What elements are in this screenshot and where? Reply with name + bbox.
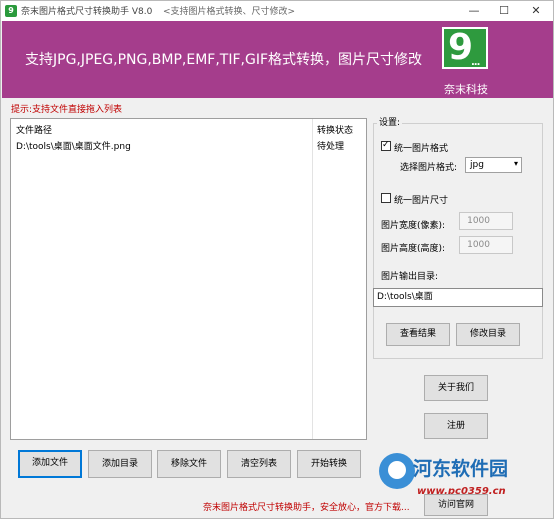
view-result-button[interactable]: 查看结果	[386, 323, 450, 346]
unify-format-checkbox[interactable]: ✓	[381, 140, 391, 151]
format-select-value: jpg	[470, 160, 484, 170]
watermark-logo-icon	[379, 453, 415, 489]
remove-file-button[interactable]: 移除文件	[157, 450, 221, 478]
about-button[interactable]: 关于我们	[424, 375, 488, 401]
unify-size-label[interactable]: 统一图片尺寸	[394, 193, 448, 206]
brand-name: 奈末科技	[444, 83, 488, 96]
logo-glyph: 9	[448, 27, 474, 68]
width-label: 图片宽度(像素):	[381, 221, 446, 231]
minimize-button[interactable]: —	[459, 1, 489, 21]
clear-list-button[interactable]: 清空列表	[227, 450, 291, 478]
close-button[interactable]: ✕	[521, 1, 551, 21]
check-icon: ✓	[382, 140, 390, 150]
drag-hint: 提示:支持文件直接拖入列表	[11, 105, 123, 115]
format-select[interactable]: jpg ▾	[465, 157, 522, 173]
watermark-name: 河东软件园	[413, 458, 509, 480]
format-label: 选择图片格式:	[400, 163, 458, 173]
file-list[interactable]: 文件路径 转换状态 D:\tools\桌面\桌面文件.png 待处理	[10, 118, 367, 440]
file-row-status: 待处理	[317, 142, 345, 152]
unify-size-checkbox[interactable]	[381, 193, 391, 203]
column-header-status[interactable]: 转换状态	[317, 123, 353, 136]
change-dir-button[interactable]: 修改目录	[456, 323, 520, 346]
add-file-button[interactable]: 添加文件	[18, 450, 82, 478]
file-row-path[interactable]: D:\tools\桌面\桌面文件.png	[16, 139, 131, 152]
output-dir-label: 图片输出目录:	[381, 272, 439, 282]
unify-format-label[interactable]: 统一图片格式	[394, 141, 448, 154]
header-banner: 支持JPG,JPEG,PNG,BMP,EMF,TIF,GIF格式转换，图片尺寸修…	[2, 21, 553, 98]
column-header-path[interactable]: 文件路径	[16, 123, 52, 136]
height-input[interactable]: 1000	[459, 236, 513, 254]
register-button[interactable]: 注册	[424, 413, 488, 439]
window-title: 奈末图片格式尺寸转换助手 V8.0	[21, 7, 153, 17]
window-subtitle: <支持图片格式转换、尺寸修改>	[163, 7, 296, 17]
visit-site-button[interactable]: 访问官网	[424, 494, 488, 516]
brand-logo: 9 ...	[442, 27, 488, 69]
height-label: 图片高度(高度):	[381, 244, 446, 254]
column-divider	[312, 119, 313, 439]
add-dir-button[interactable]: 添加目录	[88, 450, 152, 478]
banner-headline: 支持JPG,JPEG,PNG,BMP,EMF,TIF,GIF格式转换，图片尺寸修…	[25, 52, 423, 68]
maximize-button[interactable]: ☐	[489, 1, 519, 21]
logo-dots: ...	[471, 57, 480, 68]
settings-title: 设置:	[377, 115, 403, 128]
title-bar: 9 奈末图片格式尺寸转换助手 V8.0 <支持图片格式转换、尺寸修改> — ☐ …	[1, 1, 553, 21]
width-input[interactable]: 1000	[459, 212, 513, 230]
output-dir-field[interactable]: D:\tools\桌面	[373, 288, 543, 307]
watermark-logo-inner	[388, 461, 406, 479]
app-window: 9 奈末图片格式尺寸转换助手 V8.0 <支持图片格式转换、尺寸修改> — ☐ …	[0, 0, 554, 519]
app-icon: 9	[5, 5, 17, 17]
start-convert-button[interactable]: 开始转换	[297, 450, 361, 478]
chevron-down-icon: ▾	[513, 159, 518, 168]
